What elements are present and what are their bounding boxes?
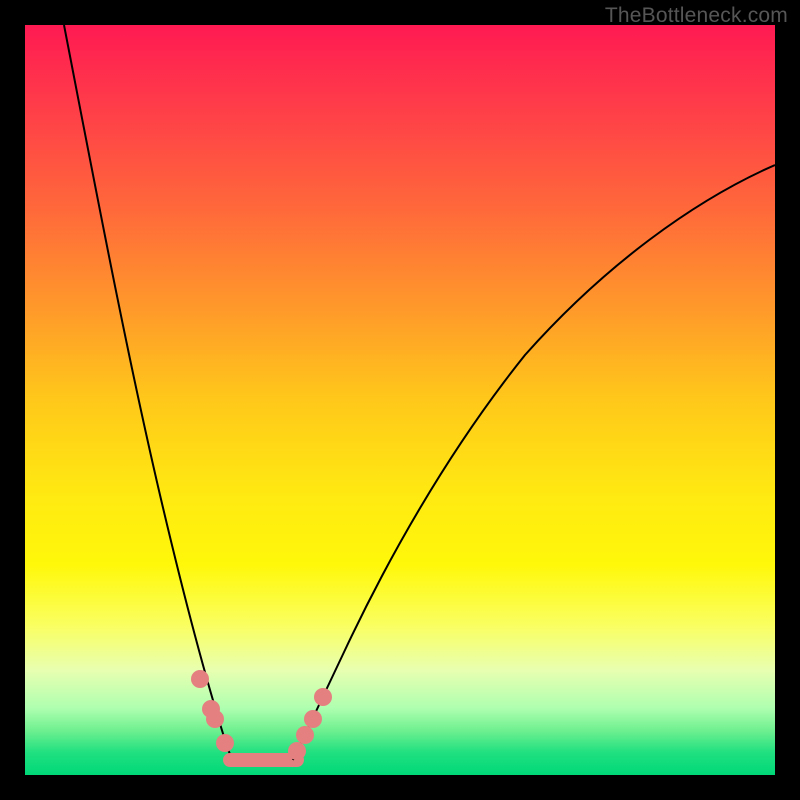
marker-dot [288, 742, 306, 760]
marker-dot [314, 688, 332, 706]
curve-right [293, 165, 775, 760]
marker-dot [191, 670, 209, 688]
marker-dot [216, 734, 234, 752]
curve-left [64, 25, 233, 760]
marker-dot [296, 726, 314, 744]
chart-frame: TheBottleneck.com [0, 0, 800, 800]
plot-area [25, 25, 775, 775]
chart-svg [25, 25, 775, 775]
marker-dot [304, 710, 322, 728]
marker-dot [206, 710, 224, 728]
